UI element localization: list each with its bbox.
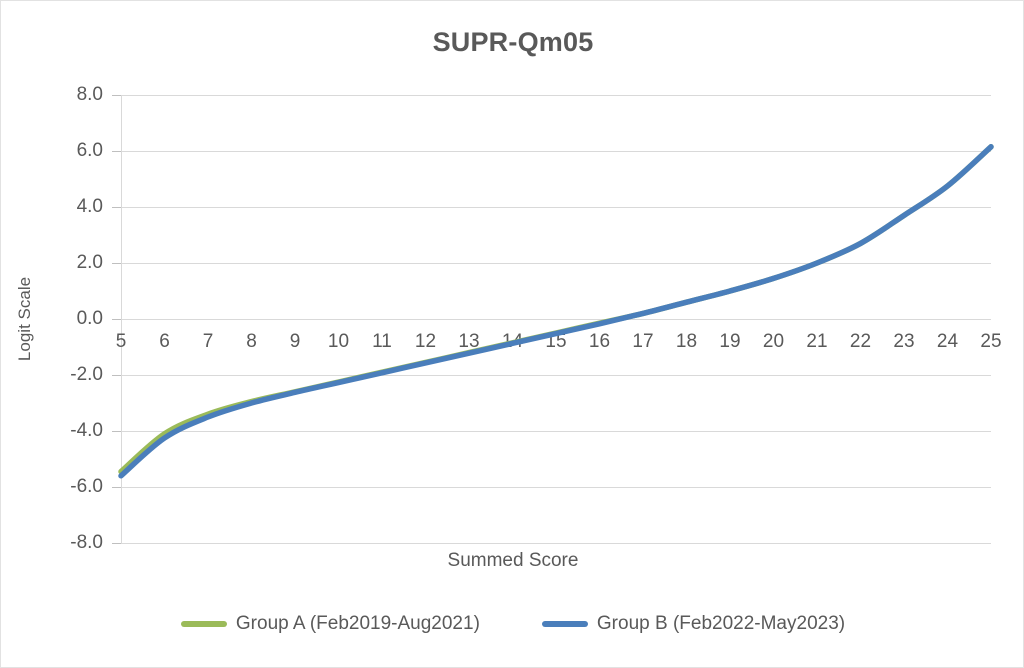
y-axis-tick (112, 263, 121, 264)
y-axis-tick-label: 8.0 (76, 84, 103, 105)
y-axis-tick (112, 207, 121, 208)
chart-container: SUPR-Qm05 Logit Scale 8.0 6.0 4.0 2.0 0.0 -2.… (0, 0, 1024, 668)
chart-title: SUPR-Qm05 (432, 27, 594, 57)
y-axis-tick (112, 487, 121, 488)
y-axis-title: Logit Scale (15, 276, 34, 362)
y-axis-tick (112, 151, 121, 152)
y-axis-tick-label: 0.0 (76, 308, 103, 329)
legend-color-swatch (180, 621, 227, 627)
legend-label: Group A (Feb2019-Aug2021) (235, 613, 480, 634)
legend-label: Group B (Feb2022-May2023) (596, 613, 846, 634)
series-line-group-b (118, 144, 994, 479)
y-axis-tick-label: -4.0 (70, 420, 103, 441)
y-axis-tick-label: -2.0 (70, 364, 103, 385)
y-axis-tick-label: 4.0 (76, 196, 103, 217)
gridline (121, 543, 991, 544)
x-axis-title: Summed Score (447, 550, 579, 571)
legend-item-group-b[interactable]: Group B (Feb2022-May2023) (541, 613, 846, 635)
plot-area (118, 95, 994, 543)
legend-item-group-a[interactable]: Group A (Feb2019-Aug2021) (180, 613, 480, 635)
y-axis-tick (112, 319, 121, 320)
legend-color-swatch (541, 621, 588, 627)
series-line-group-a (118, 144, 994, 475)
y-axis-tick-label: 2.0 (76, 252, 103, 273)
chart-legend: Group A (Feb2019-Aug2021) Group B (Feb202… (1, 613, 1023, 635)
y-axis-tick (112, 431, 121, 432)
y-axis-tick-label: 6.0 (76, 140, 103, 161)
y-axis-tick-label: -6.0 (70, 476, 103, 497)
y-axis-tick (112, 543, 121, 544)
series-lines (118, 144, 994, 479)
y-axis-tick (112, 95, 121, 96)
y-axis-tick (112, 375, 121, 376)
